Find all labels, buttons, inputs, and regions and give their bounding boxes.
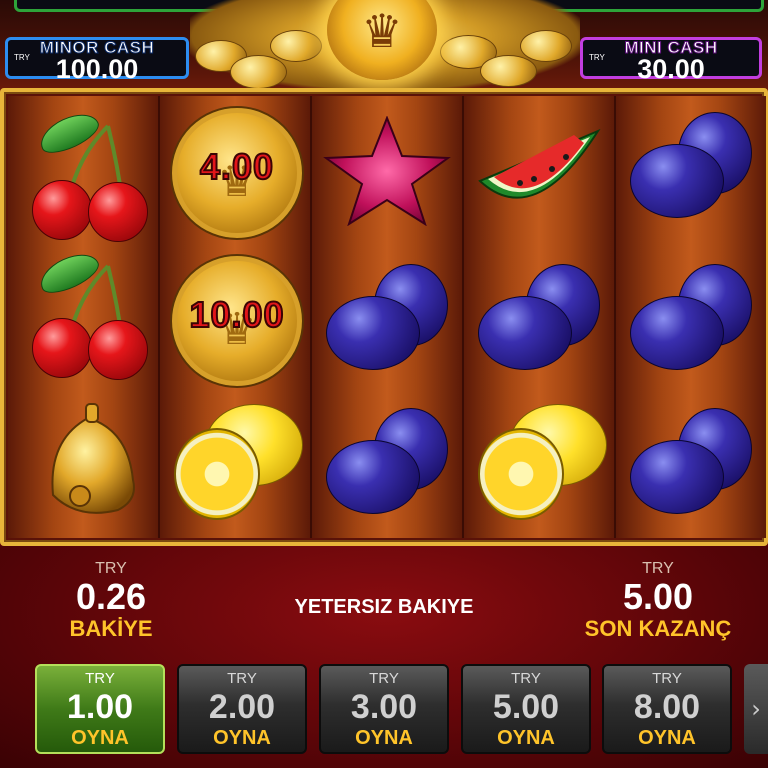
star-icon (312, 96, 462, 244)
plum-icon (464, 244, 614, 392)
crown-coin-symbol: ♛ 4.00 (160, 96, 310, 244)
coin-value: 4.00 (199, 145, 275, 188)
bet-label: OYNA (638, 727, 696, 749)
bet-currency: TRY (511, 670, 541, 687)
coin-value: 10.00 (188, 293, 285, 336)
last-win-display: TRY 5.00 SON KAZANÇ (568, 560, 748, 642)
cherry-icon (8, 244, 158, 392)
bet-label: OYNA (497, 727, 555, 749)
bet-label: OYNA (355, 727, 413, 749)
plum-icon (616, 96, 766, 244)
minor-cash-jackpot: MINOR CASH TRY 100.00 (5, 37, 189, 84)
reel-1 (8, 96, 158, 538)
bet-currency: TRY (652, 670, 682, 687)
cherry-icon (8, 96, 158, 244)
reel-5 (616, 96, 766, 538)
watermelon-icon (464, 96, 614, 244)
bet-currency: TRY (85, 670, 115, 687)
bet-value: 2.00 (208, 688, 276, 726)
lemon-icon (464, 392, 614, 540)
plum-icon (312, 392, 462, 540)
balance-label: BAKİYE (69, 616, 153, 641)
status-message: YETERSIZ BAKIYE (294, 596, 474, 618)
bet-value: 3.00 (350, 688, 418, 726)
bet-button-3[interactable]: TRY 3.00 OYNA (319, 664, 449, 754)
plum-icon (616, 244, 766, 392)
bet-value: 1.00 (66, 688, 134, 726)
reel-4 (464, 96, 614, 538)
bet-button-1[interactable]: TRY 1.00 OYNA (35, 664, 165, 754)
bet-button-2[interactable]: TRY 2.00 OYNA (177, 664, 307, 754)
reel-grid: ♛ 4.00 ♛ 10.00 (0, 88, 768, 546)
minor-cash-value: 100.00 (55, 54, 139, 84)
bet-currency: TRY (369, 670, 399, 687)
lemon-icon (160, 392, 310, 540)
balance-display: TRY 0.26 BAKİYE (36, 560, 186, 642)
bet-label: OYNA (71, 727, 129, 749)
bet-button-5[interactable]: TRY 8.00 OYNA (602, 664, 732, 754)
bell-icon (8, 392, 158, 540)
bet-label: OYNA (213, 727, 271, 749)
mini-cash-value: 30.00 (637, 54, 705, 84)
crown-coin-symbol: ♛ 10.00 (160, 244, 310, 392)
chevron-right-icon[interactable]: › (744, 664, 768, 754)
reel-3 (312, 96, 462, 538)
last-win-label: SON KAZANÇ (584, 616, 732, 641)
control-panel: TRY 0.26 BAKİYE YETERSIZ BAKIYE TRY 5.00… (0, 546, 768, 768)
bet-currency: TRY (227, 670, 257, 687)
jackpot-header: ♛ MINOR CASH TRY 100.00 MINI CASH TRY 30… (0, 0, 768, 90)
bet-button-4[interactable]: TRY 5.00 OYNA (461, 664, 591, 754)
balance-value: 0.26 (75, 576, 147, 617)
plum-icon (312, 244, 462, 392)
reel-2: ♛ 4.00 ♛ 10.00 (160, 96, 310, 538)
plum-icon (616, 392, 766, 540)
bet-value: 5.00 (492, 688, 560, 726)
last-win-value: 5.00 (622, 576, 694, 617)
bet-value: 8.00 (633, 688, 701, 726)
mini-cash-jackpot: MINI CASH TRY 30.00 (580, 37, 762, 84)
